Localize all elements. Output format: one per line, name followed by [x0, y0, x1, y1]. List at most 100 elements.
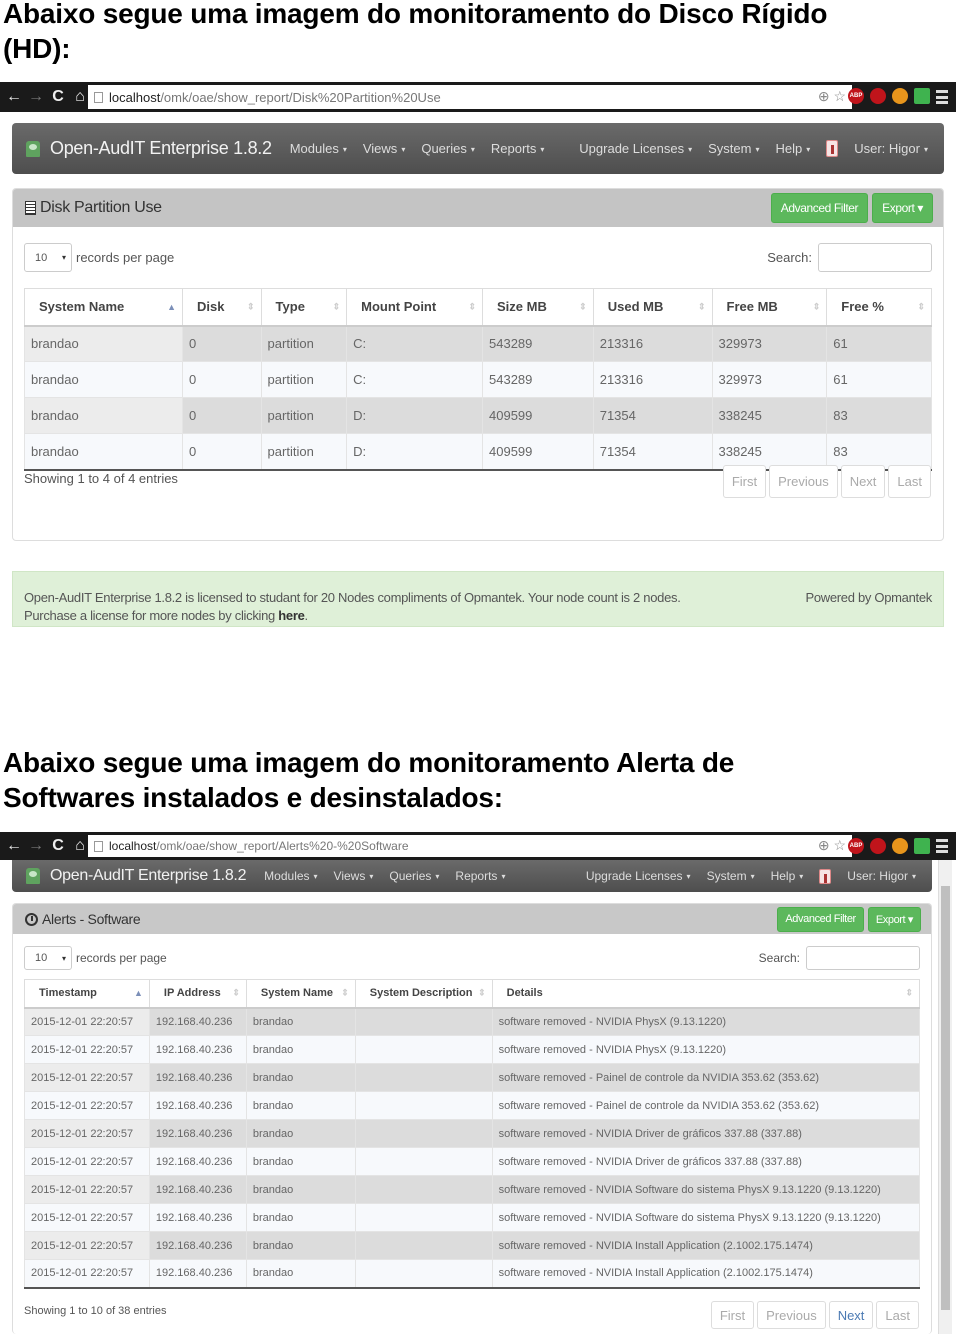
adblock-icon[interactable]: ABP [848, 88, 864, 104]
pager-next-button[interactable]: Next [828, 1301, 874, 1329]
sort-icon[interactable]: ⇕ [247, 301, 255, 312]
stop-icon[interactable] [870, 88, 886, 104]
table-cell: 409599 [482, 433, 594, 471]
nav-reports[interactable]: Reports ▾ [455, 869, 505, 883]
adblock-icon[interactable]: ABP [848, 838, 864, 854]
column-header[interactable]: IP Address ⇕ [148, 979, 247, 1009]
bookmark-star-icon[interactable]: ☆ [833, 837, 846, 853]
alerts-tower-icon[interactable] [819, 868, 832, 884]
sort-icon[interactable]: ⇕ [905, 988, 913, 999]
table-cell [354, 1007, 493, 1036]
advanced-filter-button[interactable]: Advanced Filter [770, 193, 869, 223]
scrollbar-thumb[interactable] [941, 886, 950, 1310]
nav-upgrade-licenses[interactable]: Upgrade Licenses ▾ [586, 869, 691, 883]
fire-icon[interactable] [892, 88, 908, 104]
brand-title[interactable]: Open-AudIT Enterprise 1.8.2 [50, 138, 272, 159]
sort-icon[interactable]: ⇕ [698, 301, 706, 312]
app-navbar: Open-AudIT Enterprise 1.8.2 Modules ▾ Vie… [12, 860, 932, 892]
pager-next-button[interactable]: Next [840, 465, 886, 498]
sort-icon[interactable]: ⇕ [579, 301, 587, 312]
column-header[interactable]: System Name ▲ [23, 288, 184, 327]
nav-user[interactable]: User: Higor ▾ [847, 869, 916, 883]
column-header[interactable]: Type ⇕ [260, 288, 348, 327]
column-header[interactable]: Details ⇕ [491, 979, 921, 1009]
reload-icon[interactable]: C [47, 88, 69, 106]
sort-icon[interactable]: ⇕ [341, 988, 349, 999]
brand-title[interactable]: Open-AudIT Enterprise 1.8.2 [50, 867, 246, 885]
records-per-page-select[interactable]: 10 ▾ [24, 243, 72, 272]
browser-menu-icon[interactable] [936, 839, 948, 853]
search-input[interactable] [818, 243, 932, 272]
rss-icon[interactable] [914, 88, 930, 104]
sort-icon[interactable]: ⇕ [917, 301, 925, 312]
nav-queries[interactable]: Queries ▾ [421, 141, 475, 156]
table-cell: brandao [23, 361, 184, 398]
reload-icon[interactable]: C [47, 837, 69, 855]
purchase-link[interactable]: here [278, 608, 305, 623]
sort-asc-icon[interactable]: ▲ [134, 988, 143, 998]
pager-first-button[interactable]: First [710, 1301, 755, 1329]
stop-icon[interactable] [870, 838, 886, 854]
sort-asc-icon[interactable]: ▲ [167, 302, 176, 312]
records-per-page-select[interactable]: 10 ▾ [24, 946, 72, 970]
sort-icon[interactable]: ⇕ [468, 301, 476, 312]
search-input[interactable] [806, 946, 920, 970]
pager-previous-button[interactable]: Previous [757, 1301, 826, 1329]
back-icon[interactable]: ← [3, 837, 25, 855]
sort-icon[interactable]: ⇕ [813, 301, 821, 312]
disk-section-heading: Abaixo segue uma imagem do monitoramento… [3, 0, 827, 66]
sort-icon[interactable]: ⇕ [333, 301, 341, 312]
nav-views[interactable]: Views ▾ [334, 869, 374, 883]
browser-menu-icon[interactable] [936, 90, 948, 104]
page-scrollbar[interactable] [938, 860, 952, 1334]
nav-views[interactable]: Views ▾ [363, 141, 405, 156]
pager-first-button[interactable]: First [722, 465, 767, 498]
bookmark-star-icon[interactable]: ☆ [833, 88, 846, 104]
address-bar[interactable]: localhost/omk/oae/show_report/Alerts%20-… [88, 835, 852, 857]
nav-system[interactable]: System ▾ [708, 141, 759, 156]
column-header[interactable]: Free % ⇕ [826, 288, 932, 327]
nav-user[interactable]: User: Higor ▾ [854, 141, 928, 156]
column-header[interactable]: System Name ⇕ [245, 979, 356, 1009]
zoom-icon[interactable]: ⊕ [818, 88, 830, 104]
column-header[interactable]: Free MB ⇕ [711, 288, 828, 327]
advanced-filter-button[interactable]: Advanced Filter [777, 906, 864, 932]
pager-previous-button[interactable]: Previous [769, 465, 838, 498]
table-row: brandao 0 partition C: 543289 213316 329973 61 [23, 325, 932, 362]
address-bar[interactable]: localhost/omk/oae/show_report/Disk%20Par… [88, 85, 852, 109]
nav-reports[interactable]: Reports ▾ [491, 141, 545, 156]
sort-icon[interactable]: ⇕ [478, 988, 486, 999]
column-header[interactable]: Disk ⇕ [182, 288, 262, 327]
nav-queries[interactable]: Queries ▾ [389, 869, 439, 883]
table-cell: 2015-12-01 22:20:57 [24, 1035, 150, 1064]
rss-icon[interactable] [914, 838, 930, 854]
pager-last-button[interactable]: Last [876, 1301, 919, 1329]
table-row: brandao 0 partition D: 409599 71354 338245 83 [23, 397, 932, 434]
fire-icon[interactable] [892, 838, 908, 854]
zoom-icon[interactable]: ⊕ [818, 837, 830, 853]
pager-last-button[interactable]: Last [888, 465, 931, 498]
nav-help[interactable]: Help ▾ [775, 141, 810, 156]
nav-upgrade-licenses[interactable]: Upgrade Licenses ▾ [579, 141, 692, 156]
forward-icon[interactable]: → [25, 837, 47, 855]
table-cell [354, 1035, 493, 1064]
table-cell: 192.168.40.236 [148, 1231, 247, 1260]
table-row: 2015-12-01 22:20:57 192.168.40.236 brandao… [24, 1007, 921, 1036]
column-header[interactable]: Mount Point ⇕ [346, 288, 483, 327]
forward-icon[interactable]: → [25, 88, 47, 106]
export-button[interactable]: Export ▾ [867, 906, 921, 932]
column-header[interactable]: Used MB ⇕ [592, 288, 713, 327]
back-icon[interactable]: ← [3, 88, 25, 106]
column-header[interactable]: Size MB ⇕ [482, 288, 594, 327]
sort-icon[interactable]: ⇕ [232, 988, 240, 999]
table-info: Showing 1 to 4 of 4 entries [24, 471, 178, 486]
alerts-tower-icon[interactable] [826, 140, 839, 157]
column-header[interactable]: Timestamp ▲ [24, 979, 150, 1009]
column-header[interactable]: System Description ⇕ [354, 979, 493, 1009]
nav-modules[interactable]: Modules ▾ [264, 869, 317, 883]
table-cell: software removed - NVIDIA Software do si… [491, 1175, 921, 1204]
nav-help[interactable]: Help ▾ [771, 869, 804, 883]
export-button[interactable]: Export ▾ [872, 193, 933, 223]
nav-modules[interactable]: Modules ▾ [290, 141, 347, 156]
nav-system[interactable]: System ▾ [707, 869, 755, 883]
